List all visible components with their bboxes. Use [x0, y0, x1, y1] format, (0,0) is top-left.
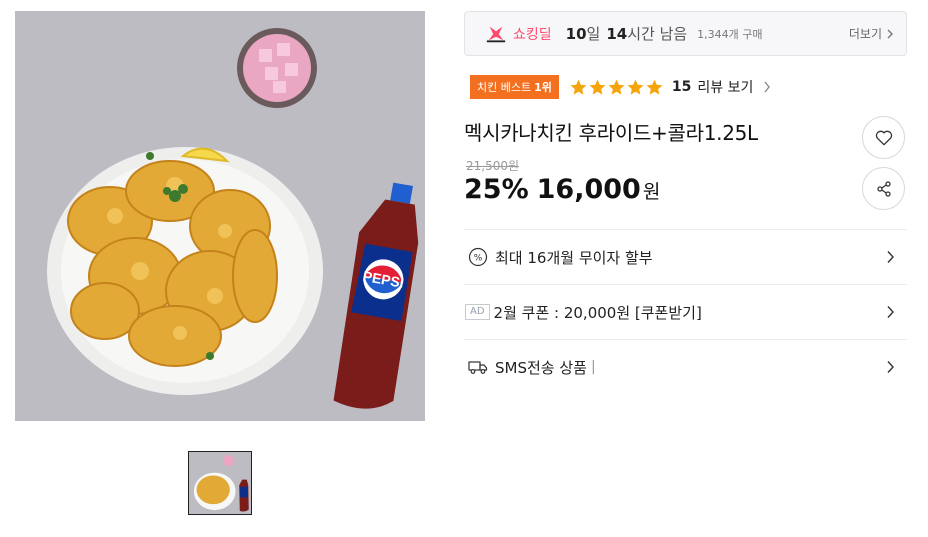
- delivery-truck-icon: [467, 356, 489, 378]
- sale-price: 16,000: [536, 174, 641, 205]
- sms-label: SMS전송 상품: [495, 358, 587, 377]
- product-title: 멕시카나치킨 후라이드+콜라1.25L: [464, 121, 758, 145]
- thumbnail-photo: [189, 452, 251, 514]
- deal-name: 쇼킹딜: [513, 26, 552, 43]
- star-icon: [589, 79, 606, 95]
- star-icon: [570, 79, 587, 95]
- star-icon: [627, 79, 644, 95]
- original-price: 21,500원: [466, 159, 520, 173]
- product-thumbnail[interactable]: [188, 451, 252, 515]
- heart-icon: [875, 130, 892, 145]
- percent-icon: %: [467, 246, 489, 268]
- review-count[interactable]: 15: [672, 79, 691, 95]
- rank-rating-row: 치킨 베스트 1위 15 리뷰 보기: [470, 74, 771, 100]
- deal-hours-number: 14: [606, 24, 628, 43]
- deal-more-link[interactable]: 더보기: [849, 25, 894, 42]
- star-rating: [569, 78, 664, 97]
- sms-row[interactable]: SMS전송 상품 |: [464, 339, 907, 394]
- chevron-right-icon: [887, 251, 894, 263]
- chevron-right-icon: [887, 29, 893, 38]
- share-icon: [876, 180, 891, 197]
- rank-badge-text: 치킨 베스트: [477, 81, 532, 94]
- shocking-deal-bar[interactable]: 쇼킹딜 10 일 14 시간 남음 1,344개 구매 더보기: [464, 11, 907, 56]
- coupon-label: 2월 쿠폰 : 20,000원 [쿠폰받기]: [493, 303, 702, 322]
- price-row: 25% 16,000 원: [464, 174, 660, 205]
- svg-text:%: %: [474, 254, 483, 264]
- ad-badge: AD: [465, 304, 490, 320]
- deal-days-unit: 일: [586, 25, 601, 43]
- chevron-right-icon: [887, 361, 894, 373]
- star-icon: [608, 79, 625, 95]
- chevron-right-icon: [887, 306, 894, 318]
- deal-more-label: 더보기: [848, 27, 882, 41]
- chevron-right-icon[interactable]: [763, 81, 771, 93]
- discount-rate: 25%: [464, 174, 529, 205]
- currency-unit: 원: [642, 181, 661, 203]
- shopping-deal-icon: [486, 26, 506, 42]
- best-rank-badge[interactable]: 치킨 베스트 1위: [470, 75, 559, 99]
- share-button[interactable]: [862, 167, 905, 210]
- deal-days-number: 10: [565, 24, 587, 43]
- product-main-image: PEPSI: [15, 11, 425, 421]
- separator: |: [590, 359, 596, 375]
- purchase-count: 1,344개 구매: [697, 27, 763, 41]
- review-link[interactable]: 리뷰 보기: [697, 77, 753, 97]
- like-button[interactable]: [862, 116, 905, 159]
- star-icon: [646, 79, 663, 95]
- deal-hours-unit: 시간 남음: [627, 25, 688, 43]
- coupon-row[interactable]: AD 2월 쿠폰 : 20,000원 [쿠폰받기]: [464, 284, 907, 339]
- installment-row[interactable]: % 최대 16개월 무이자 할부: [464, 229, 907, 284]
- installment-label: 최대 16개월 무이자 할부: [495, 248, 653, 267]
- product-photo: PEPSI: [15, 11, 425, 421]
- rank-badge-number: 1위: [534, 81, 552, 94]
